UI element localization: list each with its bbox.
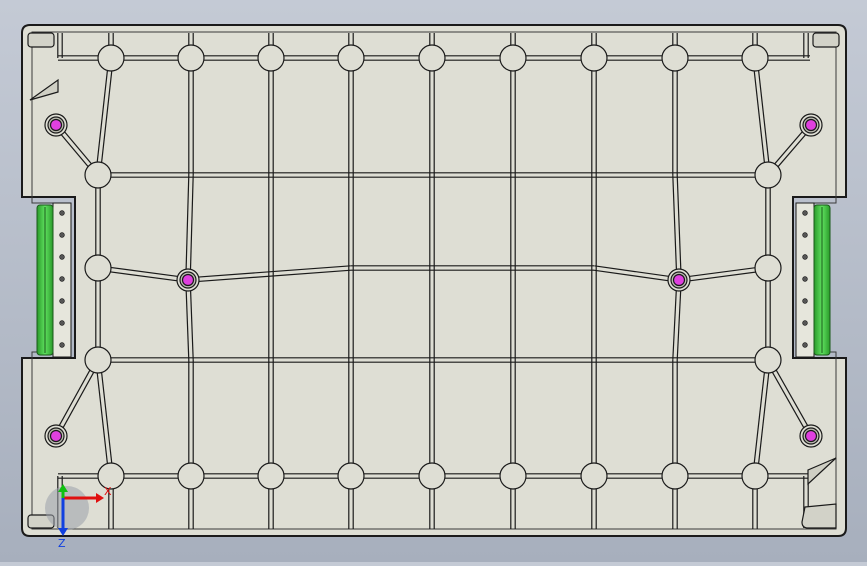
corner-pad-top-right	[812, 32, 840, 48]
handle-hole	[59, 342, 65, 348]
rib-junction-circle	[741, 44, 769, 72]
handle-hole	[802, 298, 808, 304]
screw-boss	[44, 113, 68, 137]
screw-boss	[667, 268, 691, 292]
rib-junction-circle	[84, 161, 112, 189]
screw-boss	[799, 113, 823, 137]
rib-junction-circle	[257, 462, 285, 490]
rib-junction-circle	[580, 462, 608, 490]
handle-hole	[802, 210, 808, 216]
rib-junction-circle	[337, 44, 365, 72]
rib-junction-circle	[177, 462, 205, 490]
rib-junction-circle	[418, 462, 446, 490]
rib-junction-circle	[84, 346, 112, 374]
rib-junction-circle	[499, 462, 527, 490]
corner-pad-top-left	[27, 32, 55, 48]
handle-hole	[59, 276, 65, 282]
boss-ring	[181, 273, 195, 287]
triad-z-label: Z	[58, 537, 66, 550]
rib-junction-circle	[418, 44, 446, 72]
rib-junction-circle	[741, 462, 769, 490]
handle-hole	[59, 320, 65, 326]
screw-boss	[799, 424, 823, 448]
boss-ring	[49, 118, 63, 132]
rib-junction-circle	[754, 254, 782, 282]
part-drawing: X Z	[21, 24, 847, 550]
rib-junction-circle	[754, 346, 782, 374]
handle-hole	[59, 254, 65, 260]
rib-junction-circle	[97, 44, 125, 72]
screw-boss	[44, 424, 68, 448]
handle-hole	[802, 342, 808, 348]
boss-ring	[804, 429, 818, 443]
handle-hole	[802, 254, 808, 260]
handle-hole	[802, 276, 808, 282]
boss-ring	[672, 273, 686, 287]
handle-hole	[59, 210, 65, 216]
corner-pad-bottom-right	[801, 503, 837, 529]
handle-hole	[59, 232, 65, 238]
screw-boss	[176, 268, 200, 292]
rib-junction-circle	[499, 44, 527, 72]
handle-hole	[802, 320, 808, 326]
boss-ring	[804, 118, 818, 132]
rib-junction-circle	[661, 44, 689, 72]
rib-junction-circle	[754, 161, 782, 189]
rib-junction-circle	[177, 44, 205, 72]
rib-junction-circle	[337, 462, 365, 490]
rib-junction-circle	[84, 254, 112, 282]
cad-graphics-viewport[interactable]: X Z	[0, 0, 867, 562]
triad-x-label: X	[104, 485, 112, 498]
handle-hole	[802, 232, 808, 238]
triad-origin-shadow	[45, 486, 89, 530]
boss-ring	[49, 429, 63, 443]
rib-junction-circle	[661, 462, 689, 490]
rib-junction-circle	[257, 44, 285, 72]
rib-junction-circle	[580, 44, 608, 72]
handle-hole	[59, 298, 65, 304]
